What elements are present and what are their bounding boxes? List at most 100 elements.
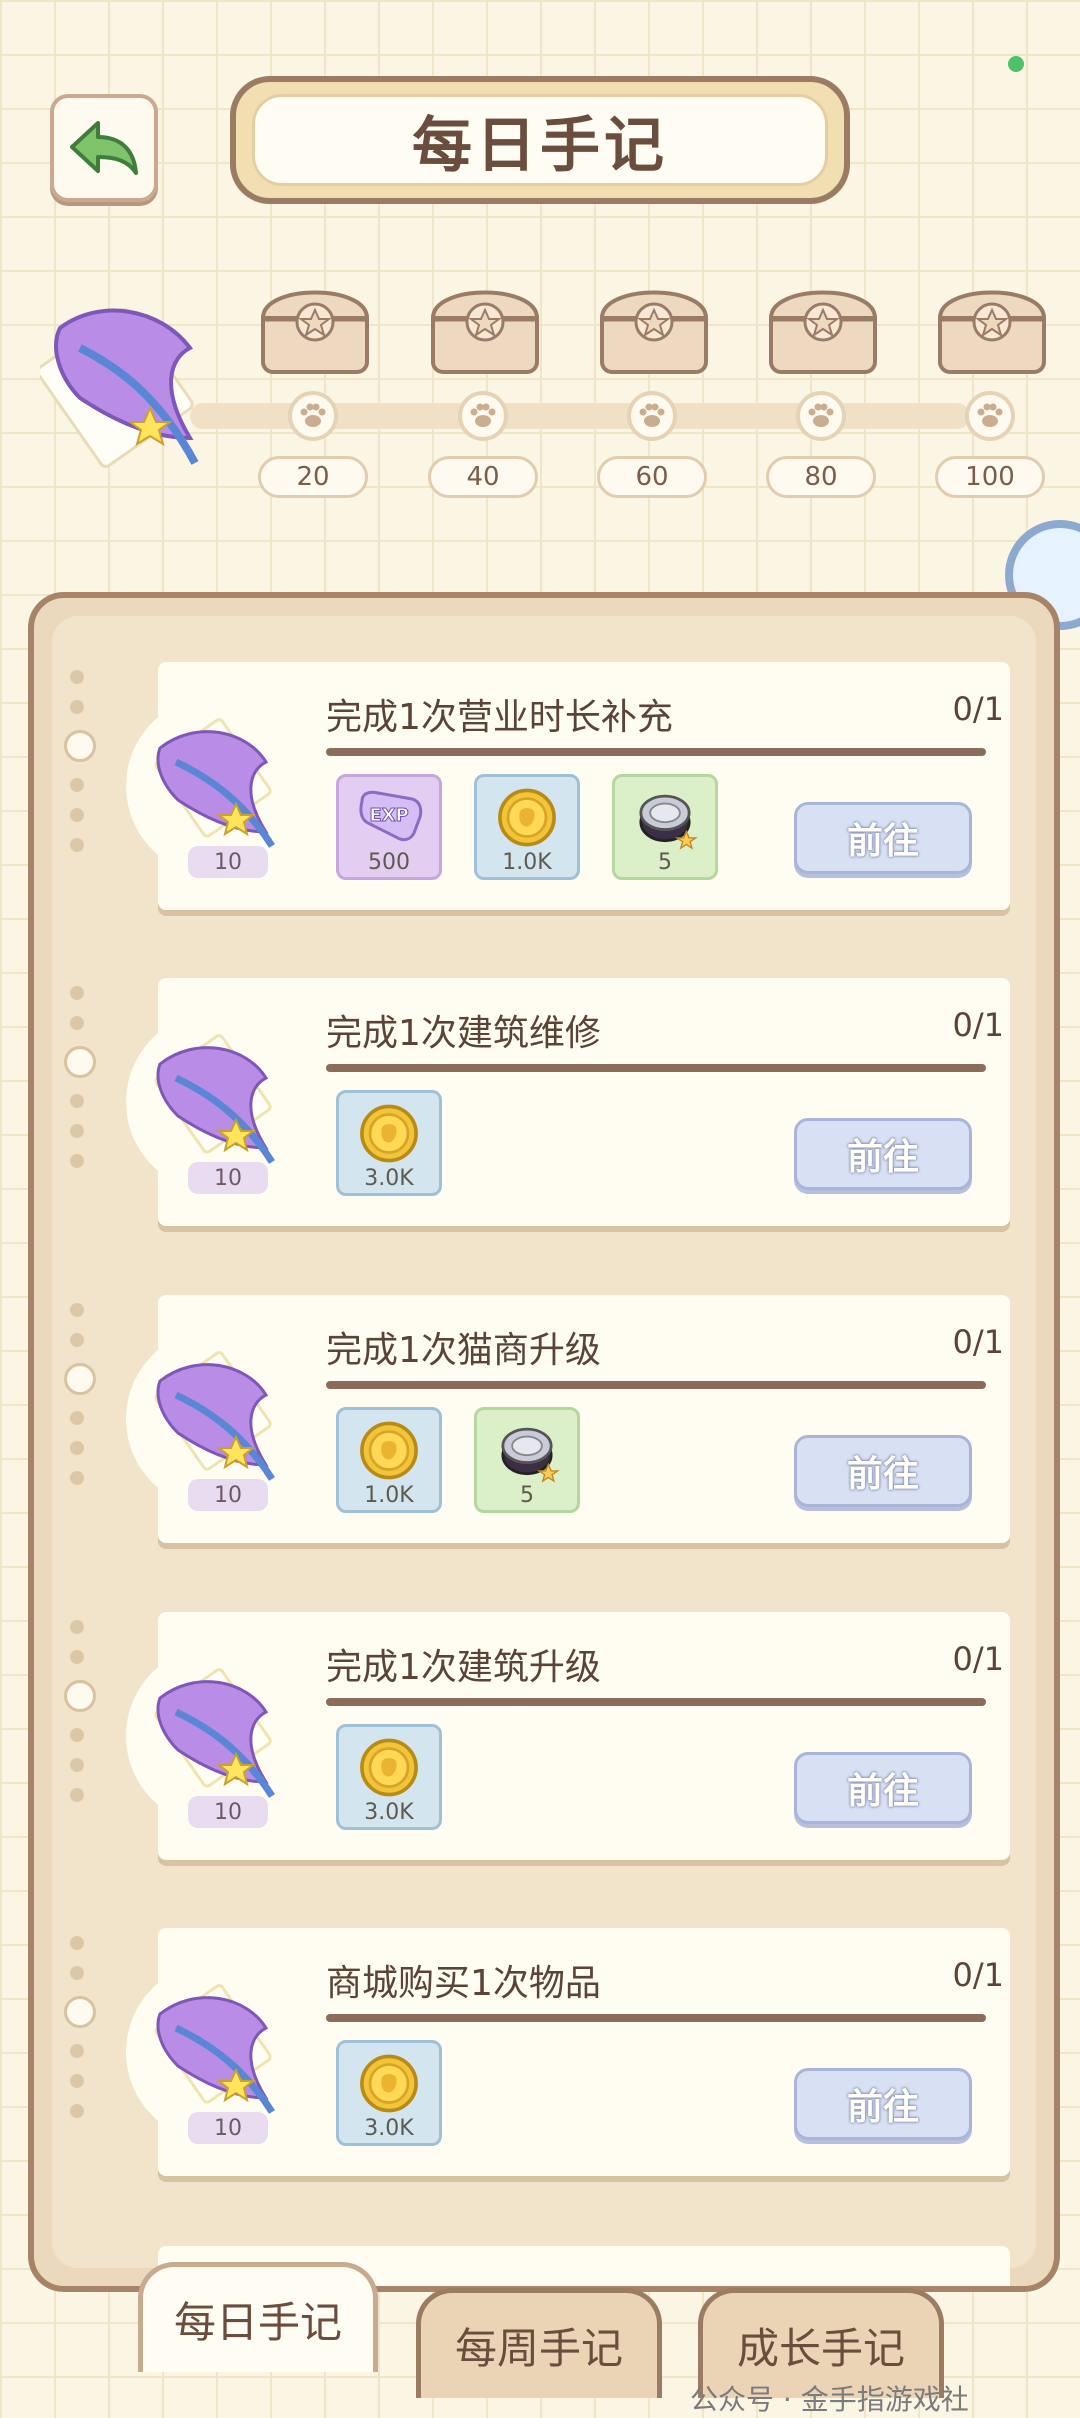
- task-progress-count: 0/1: [952, 1956, 1005, 1994]
- progress-node-1: [288, 391, 338, 441]
- feather-quill-icon: [154, 1034, 275, 1164]
- reward-amount: 5: [520, 1483, 534, 1508]
- paw-icon: [808, 403, 834, 427]
- binding-dots: [64, 970, 96, 1184]
- reward-amount: 1.0K: [502, 850, 552, 875]
- feather-quill-icon: [154, 718, 275, 848]
- tab-daily-label: 每日手记: [173, 2298, 342, 2347]
- reward-amount: 5: [658, 850, 672, 875]
- go-button[interactable]: 前往: [794, 1435, 972, 1507]
- feather-quill-icon: [154, 1984, 275, 2114]
- binding-dots: [64, 654, 96, 868]
- task-title: 完成1次建筑维修: [326, 1013, 601, 1054]
- task-progress-bar: [326, 2014, 986, 2022]
- coin-icon: [360, 1738, 418, 1797]
- task-progress-count: 0/1: [952, 1640, 1005, 1678]
- progress-node-2: [458, 391, 508, 441]
- tab-weekly-label: 每周手记: [454, 2324, 623, 2373]
- reward-coin[interactable]: 3.0K: [336, 1724, 442, 1830]
- page-title: 每日手记: [412, 110, 668, 181]
- cat-food-can-icon: [639, 794, 698, 850]
- task-card: 10 完成1次建筑升级 0/1 3.0K 前往: [126, 1612, 1010, 1860]
- reward-chest-1[interactable]: [255, 274, 375, 382]
- task-progress-count: 0/1: [952, 690, 1005, 728]
- task-progress-bar: [326, 1381, 986, 1389]
- chest-icon: [937, 290, 1047, 374]
- go-button[interactable]: 前往: [794, 1118, 972, 1190]
- task-title: 完成1次建筑升级: [326, 1647, 601, 1688]
- task-card: 10 商城购买1次物品 0/1 3.0K 前往: [126, 1928, 1010, 2176]
- reward-coin[interactable]: 3.0K: [336, 1090, 442, 1196]
- svg-text:EXP: EXP: [369, 805, 408, 826]
- task-title: 商城购买1次物品: [326, 1963, 601, 2004]
- reward-can[interactable]: 5: [612, 774, 718, 880]
- reward-exp[interactable]: EXP 500: [336, 774, 442, 880]
- reward-chest-3[interactable]: [594, 274, 714, 382]
- points-badge: 10: [188, 846, 268, 878]
- go-button[interactable]: 前往: [794, 2068, 972, 2140]
- milestone-label: 40: [428, 456, 538, 498]
- exp-icon: EXP: [359, 790, 423, 842]
- feather-quill-icon: [154, 1668, 275, 1798]
- task-title: 完成1次猫商升级: [326, 1330, 601, 1371]
- task-title: 完成1次营业时长补充: [326, 697, 673, 738]
- reward-coin[interactable]: 1.0K: [336, 1407, 442, 1513]
- chest-icon: [599, 290, 709, 374]
- tab-growth-label: 成长手记: [736, 2324, 905, 2373]
- paw-icon: [470, 403, 496, 427]
- task-progress-count: 0/1: [952, 1323, 1005, 1361]
- milestone-label: 80: [766, 456, 876, 498]
- reward-can[interactable]: 5: [474, 1407, 580, 1513]
- task-card: 10 完成1次猫商升级 0/1 1.0K 5 前往: [126, 1295, 1010, 1543]
- reward-amount: 1.0K: [364, 1483, 414, 1508]
- coin-icon: [498, 788, 556, 847]
- cat-food-can-icon: [501, 1427, 560, 1483]
- progress-node-5: [965, 391, 1015, 441]
- coin-icon: [360, 1421, 418, 1480]
- points-badge: 10: [188, 2112, 268, 2144]
- reward-chest-5[interactable]: [932, 274, 1052, 382]
- reward-amount: 3.0K: [364, 1800, 414, 1825]
- milestone-label: 100: [935, 456, 1045, 498]
- reward-coin[interactable]: 1.0K: [474, 774, 580, 880]
- go-button[interactable]: 前往: [794, 1752, 972, 1824]
- chest-icon: [430, 290, 540, 374]
- milestone-label: 20: [258, 456, 368, 498]
- coin-icon: [360, 2054, 418, 2113]
- chest-icon: [260, 290, 370, 374]
- go-button[interactable]: 前往: [794, 802, 972, 874]
- reward-amount: 3.0K: [364, 1166, 414, 1191]
- points-badge: 10: [188, 1796, 268, 1828]
- milestone-label: 60: [597, 456, 707, 498]
- task-card: 10 完成1次营业时长补充 0/1 EXP 500 1.0K 5 前往: [126, 662, 1010, 910]
- back-button[interactable]: [50, 94, 158, 202]
- points-badge: 10: [188, 1479, 268, 1511]
- chest-icon: [768, 290, 878, 374]
- reward-coin[interactable]: 3.0K: [336, 2040, 442, 2146]
- coin-icon: [360, 1104, 418, 1163]
- paw-icon: [639, 403, 665, 427]
- reward-amount: 3.0K: [364, 2116, 414, 2141]
- tab-daily[interactable]: 每日手记: [138, 2262, 378, 2372]
- feather-quill-icon: [40, 308, 199, 468]
- binding-dots: [64, 1920, 96, 2134]
- reward-chest-4[interactable]: [763, 274, 883, 382]
- paw-icon: [300, 403, 326, 427]
- reward-chest-2[interactable]: [425, 274, 545, 382]
- back-arrow-icon: [70, 121, 138, 175]
- tab-weekly[interactable]: 每周手记: [416, 2288, 662, 2398]
- task-progress-bar: [326, 748, 986, 756]
- binding-dots: [64, 1604, 96, 1818]
- task-progress-bar: [326, 1064, 986, 1072]
- progress-node-3: [627, 391, 677, 441]
- points-badge: 10: [188, 1162, 268, 1194]
- title-plate: 每日手记: [230, 76, 850, 204]
- watermark: 公众号 · 金手指游戏社: [690, 2383, 969, 2416]
- binding-dots: [64, 1287, 96, 1501]
- paw-icon: [977, 403, 1003, 427]
- task-progress-bar: [326, 1698, 986, 1706]
- feather-quill-icon: [154, 1351, 275, 1481]
- task-card: 10 完成1次建筑维修 0/1 3.0K 前往: [126, 978, 1010, 1226]
- progress-node-4: [796, 391, 846, 441]
- task-progress-count: 0/1: [952, 1006, 1005, 1044]
